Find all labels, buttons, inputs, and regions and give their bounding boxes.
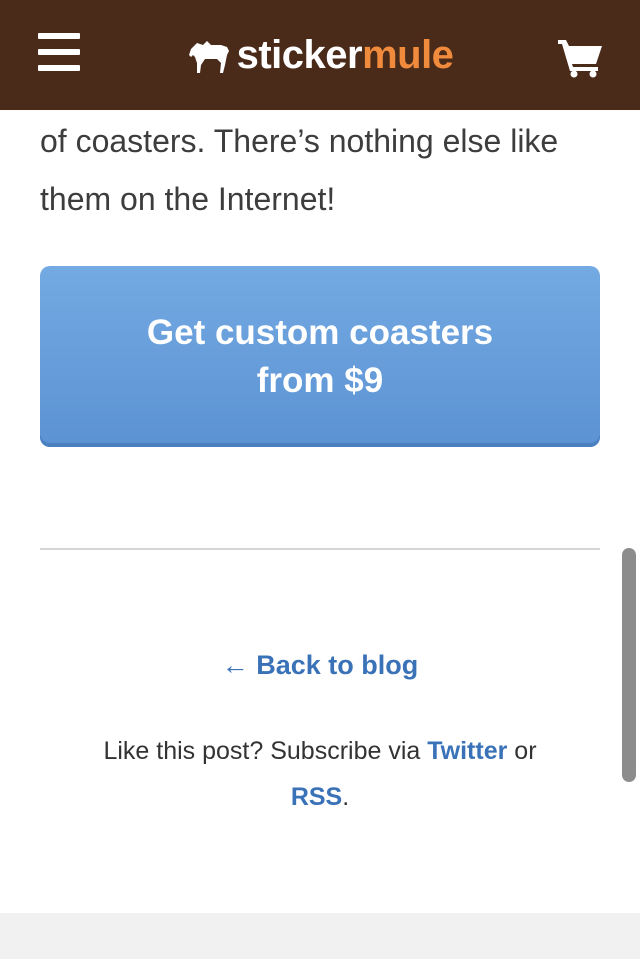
site-header: stickermule <box>0 0 640 110</box>
subscribe-prefix: Like this post? Subscribe via <box>103 737 421 765</box>
rss-link[interactable]: RSS <box>291 783 342 811</box>
mule-logo-icon <box>188 41 229 73</box>
stickermule-logo[interactable]: stickermule <box>187 30 454 80</box>
scrollbar[interactable] <box>622 548 636 782</box>
period-text: . <box>342 783 350 811</box>
cta-line-2: from $9 <box>256 360 384 400</box>
shopping-cart-icon[interactable] <box>556 36 604 78</box>
logo-text-mule: mule <box>362 33 454 77</box>
get-custom-coasters-button[interactable]: Get custom coasters from $9 <box>40 266 600 447</box>
cta-line-1: Get custom coasters <box>146 312 494 352</box>
logo-text-sticker: sticker <box>236 33 363 77</box>
back-to-blog-link[interactable]: ← Back to blog <box>0 650 640 681</box>
page-footer <box>0 913 640 959</box>
subscribe-text: Like this post? Subscribe via Twitter or… <box>60 728 580 820</box>
or-text: or <box>514 737 537 765</box>
hamburger-menu-icon[interactable] <box>38 33 80 71</box>
divider <box>40 548 600 550</box>
article-text: of coasters. There’s nothing else like t… <box>40 123 559 217</box>
twitter-link[interactable]: Twitter <box>427 737 507 765</box>
